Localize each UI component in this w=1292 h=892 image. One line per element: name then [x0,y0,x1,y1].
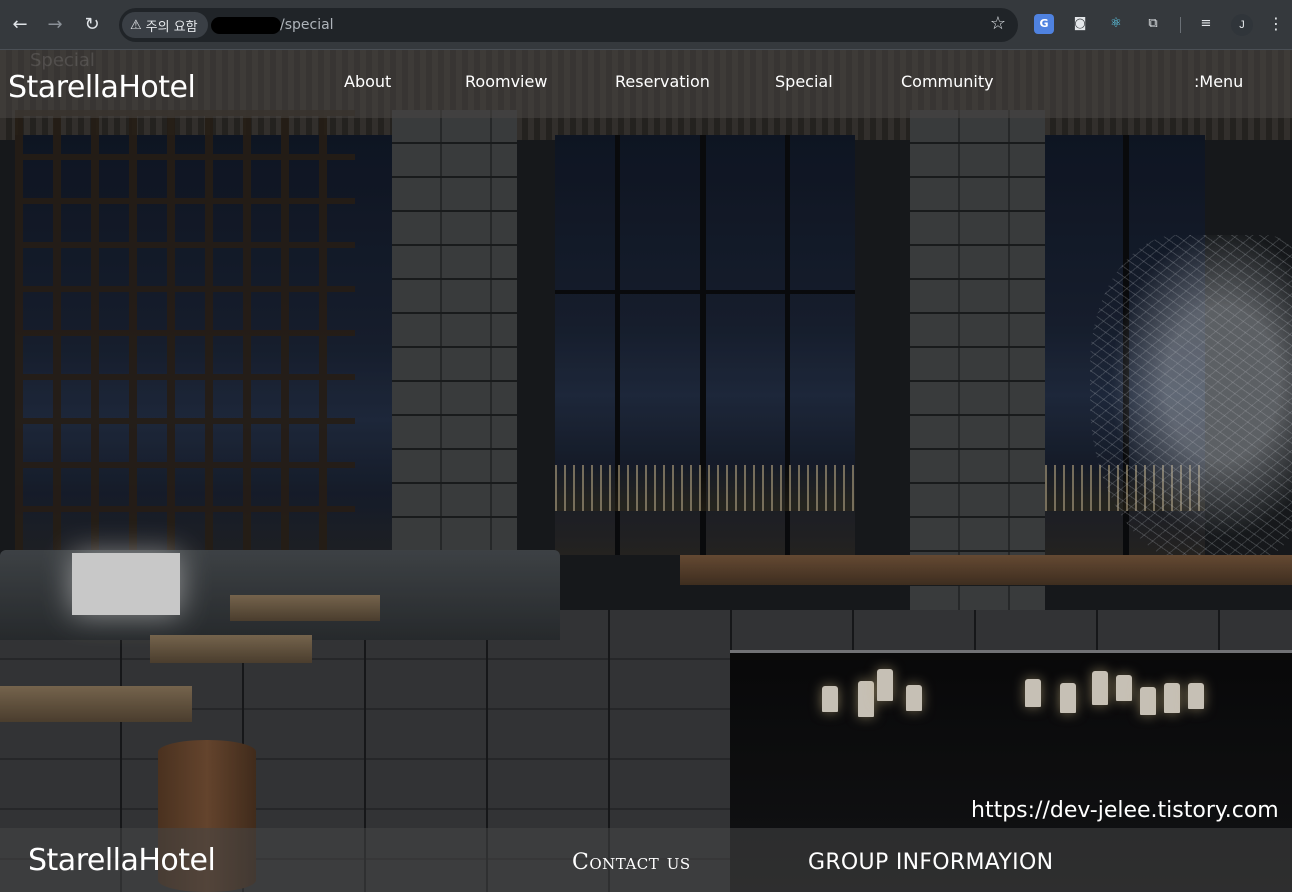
site-logo-link[interactable]: StarellaHotel [8,70,196,105]
blog-watermark: https://dev-jelee.tistory.com [971,798,1279,823]
url-path[interactable]: /special [280,17,334,33]
address-bar[interactable]: ⚠ 주의 요함 /special ☆ [119,8,1018,42]
footer-logo[interactable]: StarellaHotel [28,843,216,878]
translate-extension-icon[interactable]: G [1034,14,1054,34]
redacted-host [211,17,281,34]
security-warning-label: 주의 요함 [145,19,198,35]
camera-extension-icon[interactable]: ◙ [1070,14,1090,34]
media-control-icon[interactable]: ≡ [1196,14,1216,34]
special-page: Special StarellaHotel About Roomview Res… [0,50,1292,892]
nav-reservation[interactable]: Reservation [615,72,710,91]
forward-arrow-icon[interactable]: → [41,11,69,39]
page-title-faded: Special [30,50,95,71]
back-arrow-icon[interactable]: ← [6,11,34,39]
site-footer: StarellaHotel Contact us GROUP INFORMAYI… [0,828,1292,892]
nav-roomview[interactable]: Roomview [465,72,547,91]
bookmark-star-icon[interactable]: ☆ [990,13,1006,34]
nav-special[interactable]: Special [775,72,833,91]
security-warning-chip[interactable]: ⚠ 주의 요함 [122,12,208,38]
extensions-puzzle-icon[interactable]: ⧉ [1143,14,1163,34]
hotel-lobby-background [0,50,1292,892]
browser-menu-icon[interactable]: ⋮ [1266,14,1286,34]
warning-icon: ⚠ [130,17,142,33]
react-devtools-icon[interactable]: ⚛ [1106,14,1126,34]
footer-contact-heading[interactable]: Contact us [572,850,691,875]
site-header: Special StarellaHotel About Roomview Res… [0,50,1292,118]
browser-toolbar: ← → ↻ ⚠ 주의 요함 /special ☆ G ◙ ⚛ ⧉ ≡ J ⋮ [0,0,1292,50]
nav-community[interactable]: Community [901,72,994,91]
toolbar-divider [1180,17,1181,33]
reload-icon[interactable]: ↻ [78,11,106,39]
footer-group-info-heading[interactable]: GROUP INFORMAYION [808,850,1053,875]
nav-about[interactable]: About [344,72,391,91]
menu-toggle[interactable]: :Menu [1194,72,1243,91]
profile-avatar[interactable]: J [1231,14,1253,36]
